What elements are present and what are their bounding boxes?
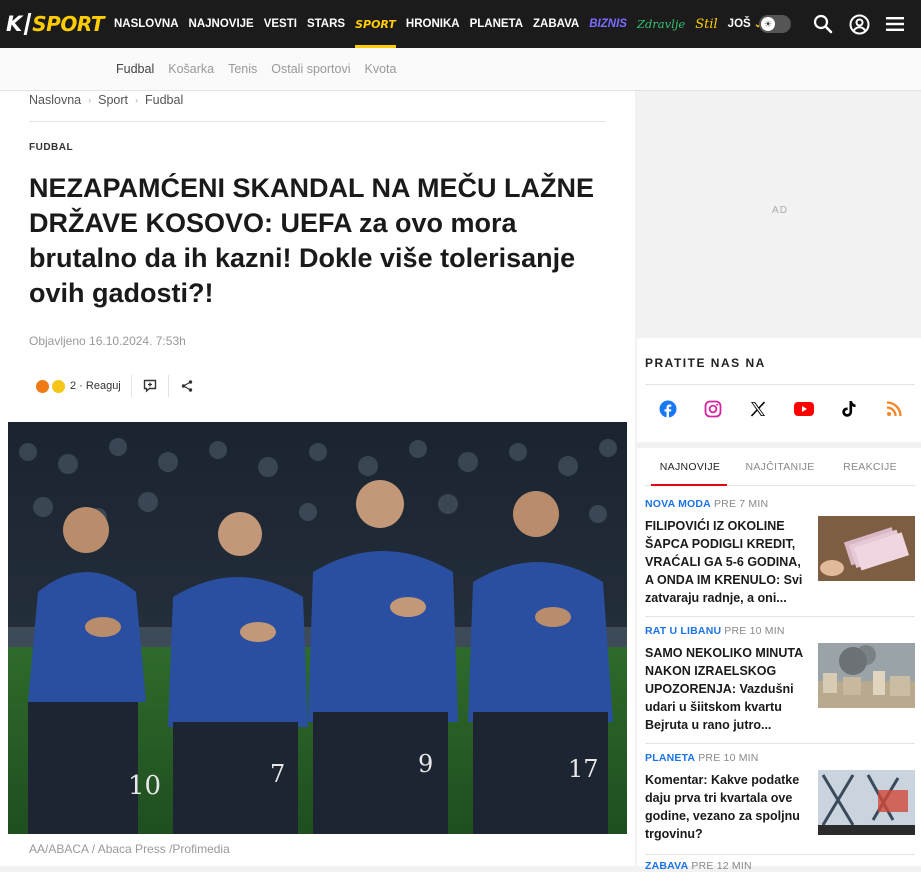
news-tabs: NAJNOVIJE NAJČITANIJE REAKCIJE — [645, 448, 915, 486]
nav-item-zdravlje[interactable]: Zdravlje — [637, 0, 685, 48]
nav-item-stil[interactable]: Stil — [695, 0, 717, 48]
photo-caption: AA/ABACA / Abaca Press /Profimedia — [29, 842, 230, 856]
news-category: NOVA MODA — [645, 498, 711, 510]
social-links — [645, 398, 915, 420]
rss-icon[interactable] — [883, 398, 905, 420]
user-account-icon[interactable] — [841, 0, 877, 48]
grin-emoji-icon — [52, 379, 65, 393]
tab-reakcije[interactable]: REAKCIJE — [825, 448, 915, 485]
kurir-sport-logo[interactable]: K SPORT — [6, 0, 104, 48]
main-menu: NASLOVNA NAJNOVIJE VESTI STARS SPORT HRO… — [114, 0, 772, 48]
youtube-icon[interactable] — [793, 398, 815, 420]
subnav-kvota[interactable]: Kvota — [364, 62, 396, 76]
svg-text:9: 9 — [418, 750, 433, 778]
advertisement-slot[interactable]: AD — [645, 92, 915, 329]
article-main-photo[interactable]: 10 7 9 17 — [8, 422, 627, 834]
reactions-button[interactable]: 2 · Reaguj — [29, 373, 131, 399]
news-category: PLANETA — [645, 752, 696, 764]
nav-item-naslovna[interactable]: NASLOVNA — [114, 0, 179, 48]
divider — [645, 854, 915, 855]
publish-date: Objavljeno 16.10.2024. 7:53h — [29, 334, 186, 348]
nav-item-hronika[interactable]: HRONIKA — [406, 0, 460, 48]
nav-item-jos[interactable]: JOŠ ⌄ — [728, 0, 762, 48]
news-category: RAT U LIBANU — [645, 625, 722, 637]
logo-sport-wordmark: SPORT — [32, 12, 104, 36]
divider — [645, 743, 915, 744]
news-time: PRE 7 MIN — [713, 498, 769, 510]
news-item[interactable]: RAT U LIBANU PRE 10 MIN SAMO NEKOLIKO MIN… — [645, 625, 915, 732]
svg-text:10: 10 — [128, 771, 161, 801]
sport-subnavigation: Fudbal Košarka Tenis Ostali sportovi Kvo… — [0, 48, 921, 91]
news-tabs-panel: NAJNOVIJE NAJČITANIJE REAKCIJE NOVA MODA… — [637, 448, 921, 872]
subnav-kosarka[interactable]: Košarka — [168, 62, 214, 76]
news-meta: ZABAVA PRE 12 MIN — [645, 860, 915, 872]
breadcrumb-fudbal[interactable]: Fudbal — [145, 93, 183, 107]
tab-najcitanije[interactable]: NAJČITANIJE — [735, 448, 825, 485]
nav-item-planeta[interactable]: PLANETA — [470, 0, 523, 48]
news-meta: RAT U LIBANU PRE 10 MIN — [645, 625, 915, 637]
subnav-fudbal[interactable]: Fudbal — [116, 62, 154, 76]
angry-emoji-icon — [36, 379, 49, 393]
subnav-tenis[interactable]: Tenis — [228, 62, 257, 76]
news-thumbnail[interactable] — [818, 516, 915, 581]
subnav-ostali-sportovi[interactable]: Ostali sportovi — [271, 62, 350, 76]
news-title[interactable]: Komentar: Kakve podatke daju prva tri kv… — [645, 771, 811, 843]
svg-text:7: 7 — [270, 760, 285, 788]
nav-item-jos-label: JOŠ — [727, 18, 751, 30]
breadcrumb: Naslovna › Sport › Fudbal — [29, 93, 183, 107]
article-actions: 2 · Reaguj — [29, 373, 205, 399]
article-category: FUDBAL — [29, 142, 74, 153]
follow-us-box: PRATITE NAS NA — [637, 338, 921, 442]
news-meta: PLANETA PRE 10 MIN — [645, 752, 915, 764]
follow-us-title: PRATITE NAS NA — [645, 356, 766, 370]
sun-icon: ☀ — [761, 17, 775, 31]
news-item[interactable]: ZABAVA PRE 12 MIN — [645, 860, 915, 872]
dark-mode-toggle[interactable]: ☀ — [759, 15, 791, 33]
tiktok-icon[interactable] — [838, 398, 860, 420]
news-category: ZABAVA — [645, 860, 689, 872]
instagram-icon[interactable] — [702, 398, 724, 420]
nav-item-vesti[interactable]: VESTI — [264, 0, 297, 48]
nav-actions: ☀ — [759, 0, 921, 48]
logo-k: K — [6, 12, 22, 36]
article-headline: NEZAPAMĆENI SKANDAL NA MEČU LAŽNE DRŽAVE… — [29, 173, 594, 308]
chevron-right-icon: › — [135, 95, 139, 105]
news-time: PRE 10 MIN — [698, 752, 759, 764]
news-thumbnail[interactable] — [818, 643, 915, 708]
tab-najnovije[interactable]: NAJNOVIJE — [645, 448, 735, 486]
news-meta: NOVA MODA PRE 7 MIN — [645, 498, 915, 510]
search-icon[interactable] — [805, 0, 841, 48]
logo-divider — [23, 13, 32, 35]
article-column: Naslovna › Sport › Fudbal FUDBAL NEZAPAM… — [0, 91, 635, 866]
news-thumbnail[interactable] — [818, 770, 915, 835]
ad-label: AD — [772, 205, 788, 216]
svg-text:17: 17 — [568, 755, 599, 783]
reactions-label: 2 · Reaguj — [70, 380, 121, 392]
nav-item-stars[interactable]: STARS — [307, 0, 345, 48]
news-item[interactable]: PLANETA PRE 10 MIN Komentar: Kakve podatk… — [645, 752, 915, 841]
nav-item-biznis[interactable]: BIZNIS — [589, 0, 627, 48]
nav-item-sport[interactable]: SPORT — [355, 0, 396, 48]
share-icon[interactable] — [169, 373, 205, 399]
news-title[interactable]: SAMO NEKOLIKO MINUTA NAKON IZRAELSKOG UP… — [645, 644, 811, 734]
x-icon[interactable] — [747, 398, 769, 420]
news-item[interactable]: NOVA MODA PRE 7 MIN FILIPOVIĆI IZ OKOLINE… — [645, 498, 915, 605]
nav-item-zabava[interactable]: ZABAVA — [533, 0, 579, 48]
nav-item-najnovije[interactable]: NAJNOVIJE — [189, 0, 254, 48]
facebook-icon[interactable] — [657, 398, 679, 420]
hamburger-menu-icon[interactable] — [877, 0, 913, 48]
comment-add-icon[interactable] — [132, 373, 168, 399]
news-time: PRE 10 MIN — [724, 625, 785, 637]
top-navigation-bar: K SPORT NASLOVNA NAJNOVIJE VESTI STARS S… — [0, 0, 921, 48]
chevron-right-icon: › — [88, 95, 92, 105]
divider — [645, 384, 915, 385]
news-time: PRE 12 MIN — [691, 860, 752, 872]
divider — [645, 616, 915, 617]
breadcrumb-sport[interactable]: Sport — [98, 93, 128, 107]
divider — [29, 121, 606, 122]
news-title[interactable]: FILIPOVIĆI IZ OKOLINE ŠAPCA PODIGLI KRED… — [645, 517, 811, 607]
breadcrumb-naslovna[interactable]: Naslovna — [29, 93, 81, 107]
